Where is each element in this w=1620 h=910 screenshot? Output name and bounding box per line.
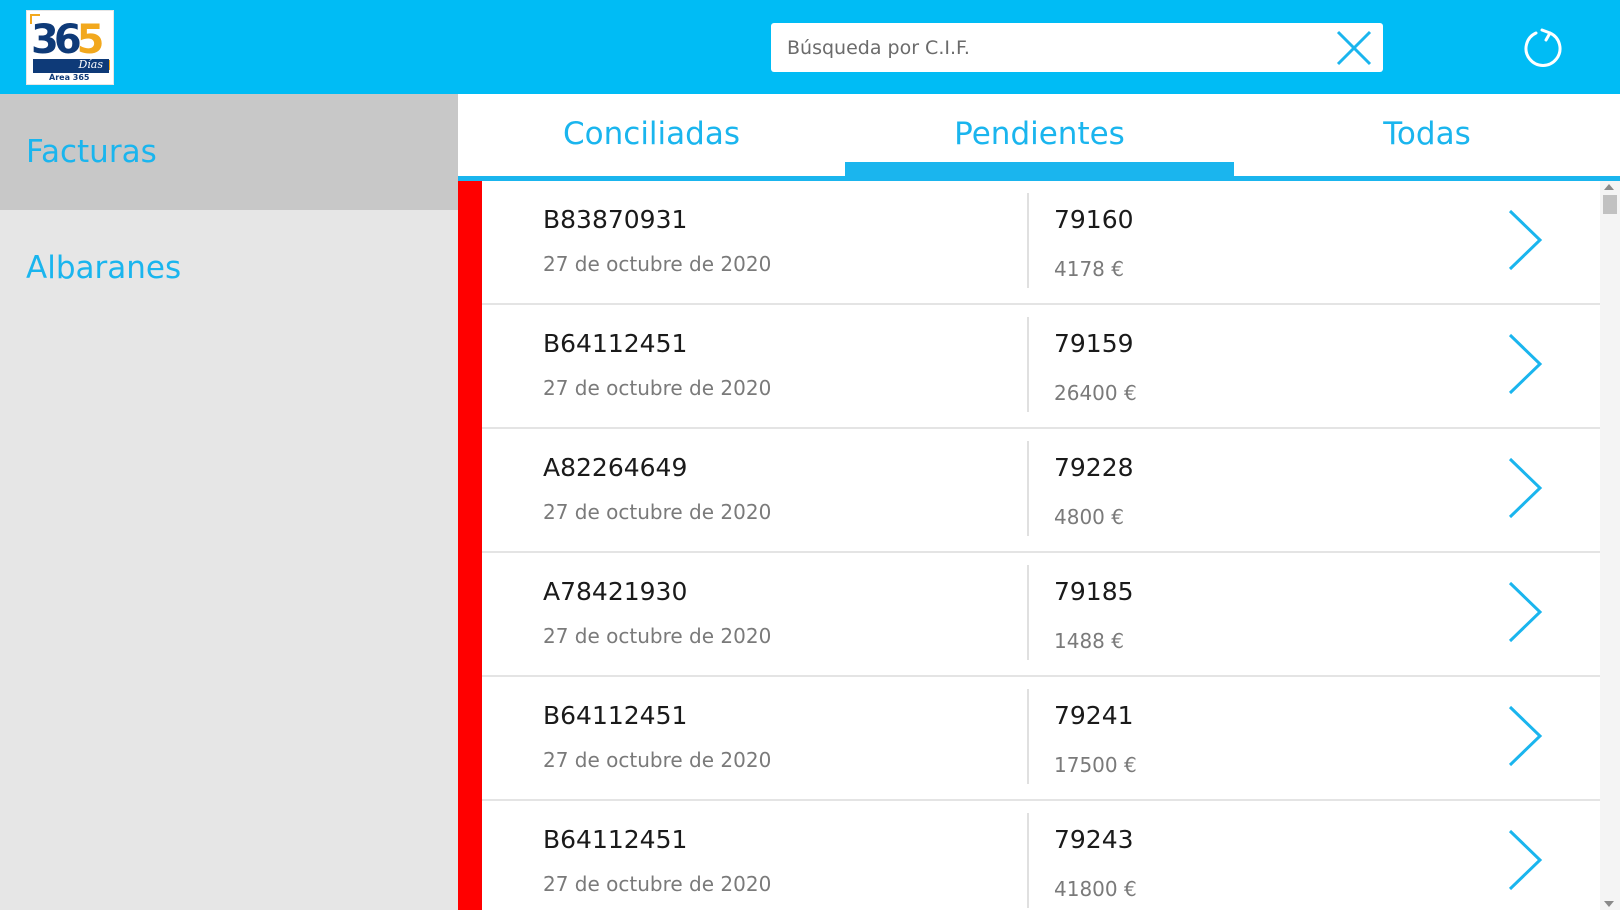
app-logo: 365 Días Área 365 [26, 10, 114, 85]
invoice-date: 27 de octubre de 2020 [543, 376, 772, 400]
sidebar: Facturas Albaranes [0, 94, 458, 910]
invoice-date: 27 de octubre de 2020 [543, 748, 772, 772]
invoice-cif: A82264649 [543, 453, 688, 482]
invoice-row[interactable]: B64112451 27 de octubre de 2020 79241 17… [458, 677, 1600, 801]
invoice-row[interactable]: B64112451 27 de octubre de 2020 79159 26… [458, 305, 1600, 429]
scroll-down-arrow-icon[interactable] [1604, 901, 1614, 907]
invoice-amount: 17500 € [1054, 753, 1137, 777]
invoice-number: 79228 [1054, 453, 1134, 482]
pending-status-flag [458, 429, 482, 553]
tab-conciliadas[interactable]: Conciliadas [458, 94, 845, 176]
column-divider [1027, 441, 1029, 536]
invoice-cif: A78421930 [543, 577, 688, 606]
app-header: 365 Días Área 365 [0, 0, 1620, 94]
column-divider [1027, 317, 1029, 412]
search-box [771, 23, 1383, 72]
pending-status-flag [458, 677, 482, 801]
invoice-row[interactable]: A78421930 27 de octubre de 2020 79185 14… [458, 553, 1600, 677]
logo-brand: Área 365 [49, 73, 90, 82]
invoice-number: 79160 [1054, 205, 1134, 234]
clear-search-button[interactable] [1333, 27, 1375, 69]
scroll-up-arrow-icon[interactable] [1604, 184, 1614, 190]
invoice-amount: 41800 € [1054, 877, 1137, 901]
sidebar-item-albaranes[interactable]: Albaranes [0, 210, 458, 326]
logo-number-digits: 36 [31, 17, 82, 63]
chevron-right-icon[interactable] [1506, 457, 1546, 519]
search-input[interactable] [771, 23, 1311, 72]
logo-script: Días [78, 58, 103, 71]
invoice-date: 27 de octubre de 2020 [543, 624, 772, 648]
invoice-row[interactable]: B64112451 27 de octubre de 2020 79243 41… [458, 801, 1600, 910]
column-divider [1027, 193, 1029, 288]
invoice-number: 79185 [1054, 577, 1134, 606]
scrollbar-thumb[interactable] [1603, 195, 1617, 214]
invoice-amount: 4800 € [1054, 505, 1124, 529]
chevron-right-icon[interactable] [1506, 581, 1546, 643]
invoice-number: 79243 [1054, 825, 1134, 854]
invoice-number: 79159 [1054, 329, 1134, 358]
pending-status-flag [458, 553, 482, 677]
invoice-amount: 4178 € [1054, 257, 1124, 281]
invoice-cif: B64112451 [543, 825, 688, 854]
main-panel: Conciliadas Pendientes Todas B83870931 2… [458, 94, 1620, 910]
invoice-cif: B64112451 [543, 329, 688, 358]
list-scrollbar[interactable] [1600, 181, 1620, 910]
invoice-cif: B64112451 [543, 701, 688, 730]
invoice-date: 27 de octubre de 2020 [543, 872, 772, 896]
chevron-right-icon[interactable] [1506, 209, 1546, 271]
chevron-right-icon[interactable] [1506, 333, 1546, 395]
pending-status-flag [458, 801, 482, 910]
column-divider [1027, 813, 1029, 908]
invoice-date: 27 de octubre de 2020 [543, 252, 772, 276]
invoice-list: B83870931 27 de octubre de 2020 79160 41… [458, 181, 1600, 910]
sidebar-item-facturas[interactable]: Facturas [0, 94, 458, 210]
invoice-row[interactable]: A82264649 27 de octubre de 2020 79228 48… [458, 429, 1600, 553]
invoice-date: 27 de octubre de 2020 [543, 500, 772, 524]
refresh-button[interactable] [1522, 26, 1564, 68]
tab-bar: Conciliadas Pendientes Todas [458, 94, 1620, 181]
pending-status-flag [458, 181, 482, 305]
invoice-cif: B83870931 [543, 205, 688, 234]
invoice-number: 79241 [1054, 701, 1134, 730]
column-divider [1027, 565, 1029, 660]
invoice-row[interactable]: B83870931 27 de octubre de 2020 79160 41… [458, 181, 1600, 305]
close-icon [1336, 30, 1372, 66]
tab-todas[interactable]: Todas [1234, 94, 1620, 176]
invoice-amount: 26400 € [1054, 381, 1137, 405]
logo-number: 365 [31, 17, 105, 63]
chevron-right-icon[interactable] [1506, 829, 1546, 891]
refresh-icon [1524, 28, 1562, 67]
invoice-amount: 1488 € [1054, 629, 1124, 653]
column-divider [1027, 689, 1029, 784]
logo-number-accent-digit: 5 [76, 17, 105, 63]
active-tab-indicator [845, 162, 1234, 176]
chevron-right-icon[interactable] [1506, 705, 1546, 767]
pending-status-flag [458, 305, 482, 429]
